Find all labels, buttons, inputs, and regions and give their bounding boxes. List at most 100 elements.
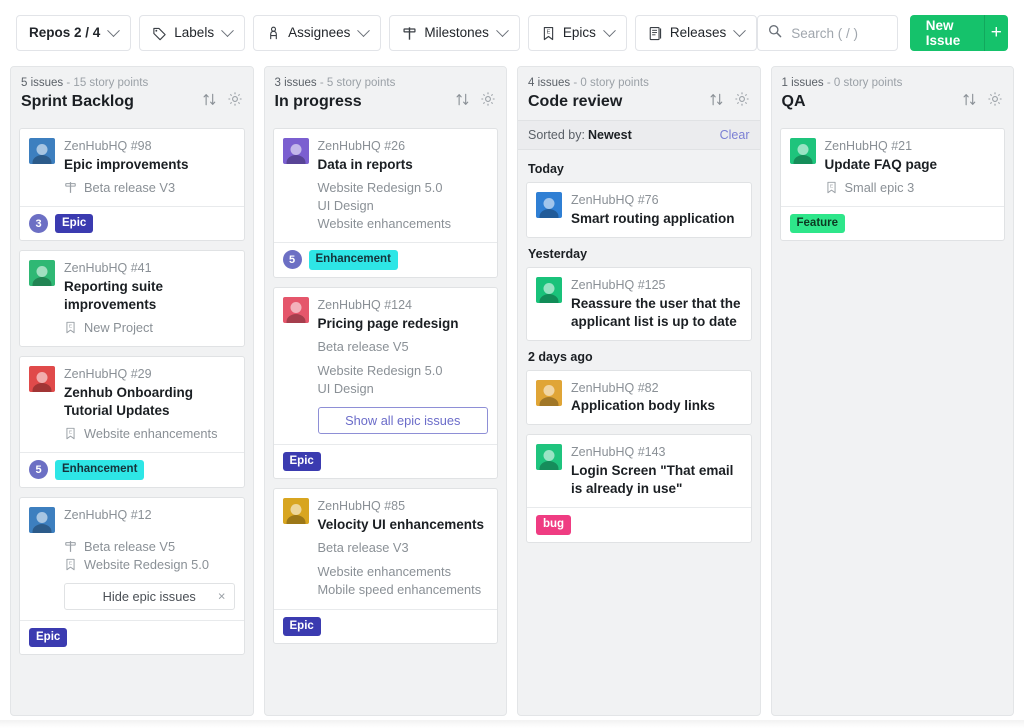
milestone-icon (64, 181, 77, 194)
issue-label[interactable]: Enhancement (55, 460, 144, 479)
issue-meta-list: Website Redesign 5.0UI DesignWebsite enh… (283, 179, 489, 233)
epic-icon: E (825, 181, 838, 194)
issue-label[interactable]: Feature (790, 214, 846, 233)
column-title: Sprint Backlog (21, 92, 202, 112)
filter-button-releases[interactable]: Releases (635, 15, 757, 51)
issue-meta-row: UI Design (318, 197, 489, 215)
chevron-down-icon (733, 24, 746, 37)
issue-meta-list: ESmall epic 3 (790, 179, 996, 197)
avatar-face (37, 266, 48, 277)
issue-meta-list: Beta release V5Website Redesign 5.0UI De… (283, 338, 489, 398)
gear-icon[interactable] (227, 91, 243, 112)
issue-repo-number: ZenHubHQ #125 (571, 277, 742, 294)
issue-card[interactable]: ZenHubHQ #21Update FAQ page ESmall epic 3… (780, 128, 1006, 241)
issue-label[interactable]: Epic (283, 617, 321, 636)
issue-meta-row: UI Design (318, 380, 489, 398)
issue-meta-label: Website Redesign 5.0 (84, 556, 209, 574)
sort-arrows-icon[interactable] (455, 92, 470, 112)
avatar-face (37, 144, 48, 155)
sort-arrows-icon[interactable] (709, 92, 724, 112)
issue-label[interactable]: bug (536, 515, 571, 534)
close-icon[interactable]: × (218, 589, 226, 604)
sort-arrows-icon[interactable] (962, 92, 977, 112)
avatar (283, 297, 309, 323)
column-header: 3 issues - 5 story pointsIn progress (265, 67, 507, 120)
issue-card[interactable]: ZenHubHQ #26Data in reportsWebsite Redes… (273, 128, 499, 278)
issue-repo-number: ZenHubHQ #29 (64, 366, 235, 383)
search-box[interactable] (757, 15, 898, 51)
epic-toggle-label: Hide epic issues (103, 589, 196, 604)
board-column-in-progress: 3 issues - 5 story pointsIn progress Zen… (264, 66, 508, 716)
avatar-body (540, 397, 559, 406)
avatar (29, 138, 55, 164)
clear-sort-button[interactable]: Clear (720, 128, 750, 142)
filter-button-assignees[interactable]: Assignees (253, 15, 381, 51)
issue-card[interactable]: ZenHubHQ #143Login Screen "That email is… (526, 434, 752, 542)
issue-card-header: ZenHubHQ #21Update FAQ page (790, 138, 996, 174)
column-meta-separator: - (824, 77, 834, 89)
issue-card-text: ZenHubHQ #124Pricing page redesign (318, 297, 489, 333)
new-issue-plus-button[interactable]: + (984, 15, 1008, 51)
issue-card[interactable]: ZenHubHQ #29Zenhub Onboarding Tutorial U… (19, 356, 245, 487)
column-meta: 5 issues - 15 story points (21, 77, 243, 89)
issue-card[interactable]: ZenHubHQ #125Reassure the user that the … (526, 267, 752, 341)
new-issue-button[interactable]: New Issue (910, 15, 984, 51)
column-tools (455, 91, 496, 112)
filter-button-labels[interactable]: Labels (139, 15, 245, 51)
card-group-heading: Today (528, 162, 752, 176)
new-issue-group: New Issue + (910, 15, 1008, 51)
issue-card-footer: Epic (274, 444, 498, 478)
issue-meta-list: EWebsite enhancements (29, 425, 235, 443)
sort-arrows-icon[interactable] (202, 92, 217, 112)
search-input[interactable] (791, 26, 887, 41)
column-title-row: Sprint Backlog (21, 91, 243, 112)
issue-card-body: ZenHubHQ #12 Beta release V5 E Website Rede… (20, 498, 244, 620)
filter-button-label: Releases (670, 26, 726, 40)
issue-card-text: ZenHubHQ #143Login Screen "That email is… (571, 444, 742, 498)
issue-label[interactable]: Enhancement (309, 250, 398, 269)
issue-card-text: ZenHubHQ #85Velocity UI enhancements (318, 498, 489, 534)
issue-meta-list: Beta release V3Website enhancementsMobil… (283, 539, 489, 599)
issue-card[interactable]: ZenHubHQ #76Smart routing application (526, 182, 752, 238)
issue-card[interactable]: ZenHubHQ #41Reporting suite improvements… (19, 250, 245, 347)
issue-label[interactable]: Epic (55, 214, 93, 233)
issue-title: Data in reports (318, 156, 489, 174)
issue-card-body: ZenHubHQ #143Login Screen "That email is… (527, 435, 751, 507)
filter-button-milestones[interactable]: Milestones (389, 15, 520, 51)
issue-label[interactable]: Epic (283, 452, 321, 471)
filter-button-group: Repos 2 / 4LabelsAssigneesMilestonesEEpi… (16, 15, 757, 51)
board-column-sprint-backlog: 5 issues - 15 story points Sprint Backlog… (10, 66, 254, 716)
filter-button-repos-2-4[interactable]: Repos 2 / 4 (16, 15, 131, 51)
issue-title: Reporting suite improvements (64, 278, 235, 314)
gear-icon[interactable] (987, 91, 1003, 112)
card-group-heading: 2 days ago (528, 350, 752, 364)
issue-meta-row: Beta release V5 (64, 538, 235, 556)
issue-repo-number: ZenHubHQ #82 (571, 380, 742, 397)
show-all-epic-issues-button[interactable]: Show all epic issues (318, 407, 489, 434)
issue-meta-row: Beta release V3 (64, 179, 235, 197)
avatar (790, 138, 816, 164)
issue-card[interactable]: ZenHubHQ #85Velocity UI enhancements Beta… (273, 488, 499, 644)
avatar-face (797, 144, 808, 155)
hide-epic-issues-button[interactable]: Hide epic issues × (64, 583, 235, 610)
issue-card-text: ZenHubHQ #41Reporting suite improvements (64, 260, 235, 314)
avatar-face (544, 450, 555, 461)
avatar (29, 507, 55, 533)
gear-icon[interactable] (734, 91, 750, 112)
issue-label[interactable]: Epic (29, 628, 67, 647)
issue-title: Epic improvements (64, 156, 235, 174)
issue-card[interactable]: ZenHubHQ #82Application body links (526, 370, 752, 426)
svg-text:E: E (69, 430, 73, 436)
svg-text:E: E (69, 560, 73, 566)
issue-meta-list: ENew Project (29, 319, 235, 337)
issue-meta-label: Beta release V5 (318, 338, 409, 356)
issue-card[interactable]: ZenHubHQ #12 Beta release V5 E Website Rede… (19, 497, 245, 656)
issue-card-body: ZenHubHQ #26Data in reportsWebsite Redes… (274, 129, 498, 242)
filter-button-epics[interactable]: EEpics (528, 15, 627, 51)
sorted-by-value[interactable]: Newest (588, 128, 632, 142)
issue-card[interactable]: ZenHubHQ #124Pricing page redesign Beta r… (273, 287, 499, 480)
column-tools (202, 91, 243, 112)
issue-card[interactable]: ZenHubHQ #98Epic improvementsBeta releas… (19, 128, 245, 241)
gear-icon[interactable] (480, 91, 496, 112)
issue-card-text: ZenHubHQ #12 (64, 507, 235, 533)
